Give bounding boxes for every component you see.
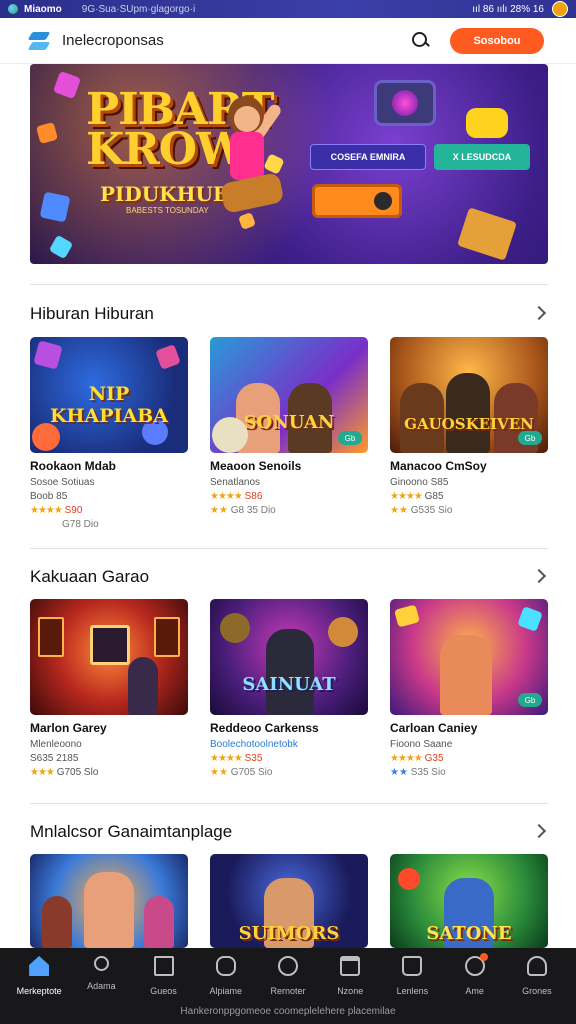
nav-item-profile[interactable]: Grones — [507, 956, 567, 996]
app-title: Inelecroponsas — [62, 32, 164, 49]
card-subtitle: Mlenleoono — [30, 739, 82, 750]
banner-pill-button-a[interactable]: COSEFA EMNIRA — [310, 144, 426, 170]
section-title: Mnlalcsor Ganaimtanplage — [30, 822, 233, 841]
nav-item-search[interactable]: Adama — [71, 956, 131, 996]
bag-icon — [402, 956, 423, 976]
card-rating: ★★★★ S35 — [210, 753, 263, 764]
section-title: Kakuaan Garao — [30, 567, 150, 586]
home-icon — [29, 956, 50, 976]
hero-banner[interactable]: PIBART KROW PIDUKHUBIAH BABESTS TOSUNDAY… — [30, 64, 548, 264]
card-meta: Boob 85 — [30, 491, 68, 502]
clock-icon — [277, 956, 298, 976]
gamepad-icon — [466, 108, 508, 138]
bell-icon — [464, 953, 488, 976]
nav-item-home[interactable]: Merkeptote — [9, 956, 69, 996]
card-extra: ★★ G705 Sio — [210, 767, 273, 778]
card-badge: Gb — [338, 431, 362, 445]
banner-pill-button-b[interactable]: X LESUDCDA — [434, 144, 530, 170]
card-subtitle-link[interactable]: Boolechotoolnetobk — [210, 739, 368, 750]
divider — [30, 803, 548, 804]
card-art-title: SUIMORS — [238, 923, 340, 944]
game-card[interactable]: Gb Carloan Caniey Fioono Saane ★★★★ G35 … — [390, 599, 548, 778]
card-badge: Gb — [518, 431, 542, 445]
card-title: Meaoon Senoils — [210, 459, 302, 473]
game-card[interactable]: NIP KHAPIABA Rookaon Mdab Sosoe Sotiuas … — [30, 337, 188, 530]
card-meta: S635 2185 — [30, 753, 79, 764]
status-indicators: ııl 86 ıılı 28% 16 — [472, 3, 544, 15]
card-art-title: NIP KHAPIABA — [50, 383, 168, 427]
card-badge: Gb — [518, 693, 542, 707]
game-card[interactable] — [30, 854, 188, 948]
card-title: Reddeoo Carkenss — [210, 721, 319, 735]
card-title: Carloan Caniey — [390, 721, 478, 735]
game-card[interactable]: SONUAN Gb Meaoon Senoils Senatlanos ★★★★… — [210, 337, 368, 516]
search-icon — [93, 956, 109, 971]
nav-footer-text: Hankeronppgomeoe coomeplelehere placemil… — [180, 1006, 396, 1017]
game-card[interactable]: SAINUAT Reddeoo Carkenss Boolechotoolnet… — [210, 599, 368, 778]
card-title: Manacoo CmSoy — [390, 459, 487, 473]
nav-item-notifications[interactable]: Ame — [445, 953, 505, 996]
game-card[interactable]: GAUOSKEIVEN Gb Manacoo CmSoy Ginoono S85… — [390, 337, 548, 516]
game-card[interactable]: SATONE — [390, 854, 548, 948]
app-logo-icon[interactable] — [28, 30, 50, 52]
card-rating: ★★★★ G35 — [390, 753, 444, 764]
status-notification: 9G·Sua·SUpm·glagorgo·i — [81, 3, 196, 15]
chevron-right-icon[interactable] — [531, 568, 547, 584]
card-art-title: GAUOSKEIVEN — [404, 415, 534, 433]
divider — [30, 548, 548, 549]
card-extra: ★★ G8 35 Dio — [210, 505, 276, 516]
app-header: Inelecroponsas Sosobou — [0, 18, 576, 64]
section-title: Hiburan Hiburan — [30, 304, 154, 323]
divider — [30, 284, 548, 285]
status-avatar-icon — [552, 1, 568, 17]
game-card[interactable]: Marlon Garey Mlenleoono S635 2185 ★★★ G7… — [30, 599, 188, 778]
card-extra: G78 Dio — [62, 519, 99, 530]
card-rating: ★★★★ S90 — [30, 505, 83, 516]
search-icon[interactable] — [410, 30, 432, 52]
camera-icon — [374, 80, 436, 126]
app-status-icon — [8, 4, 18, 14]
chevron-right-icon[interactable] — [531, 305, 547, 321]
console-icon — [312, 184, 402, 218]
nav-item-lenlens[interactable]: Lenlens — [382, 956, 442, 996]
card-title: Marlon Garey — [30, 721, 107, 735]
banner-tagline: BABESTS TOSUNDAY — [126, 206, 209, 215]
card-rating: ★★★ G705 Slo — [30, 767, 99, 778]
nav-item-reminder[interactable]: Rernoter — [258, 956, 318, 996]
card-subtitle: Fioono Saane — [390, 739, 453, 750]
nav-item-apps[interactable]: Alpiame — [196, 956, 256, 996]
hero-character-illustration — [200, 82, 290, 252]
card-extra: ★★ S35 Sio — [390, 767, 446, 778]
nav-item-games[interactable]: Gueos — [134, 956, 194, 996]
card-subtitle: Ginoono S85 — [390, 477, 449, 488]
status-bar: Miaomo 9G·Sua·SUpm·glagorgo·i ııl 86 ııl… — [0, 0, 576, 18]
header-cta-button[interactable]: Sosobou — [450, 27, 544, 54]
card-rating: ★★★★ G85 — [390, 491, 444, 502]
carrier-label: Miaomo — [24, 3, 62, 15]
bottom-navigation: Merkeptote Adama Gueos Alpiame Rernoter … — [0, 948, 576, 1024]
chevron-right-icon[interactable] — [531, 823, 547, 839]
card-art-title: SATONE — [426, 923, 512, 944]
card-art-title: SAINUAT — [242, 674, 336, 695]
ring-icon — [215, 956, 236, 976]
game-card[interactable]: SUIMORS — [210, 854, 368, 948]
card-subtitle: Sosoe Sotiuas — [30, 477, 95, 488]
card-rating: ★★★★ S86 — [210, 491, 263, 502]
nav-item-zone[interactable]: Nzone — [320, 956, 380, 996]
list-icon — [153, 956, 174, 976]
card-subtitle: Senatlanos — [210, 477, 261, 488]
card-title: Rookaon Mdab — [30, 459, 116, 473]
card-art-title: SONUAN — [243, 412, 335, 433]
box-icon — [340, 956, 361, 976]
card-extra: ★★ G535 Sio — [390, 505, 453, 516]
user-icon — [526, 956, 547, 976]
